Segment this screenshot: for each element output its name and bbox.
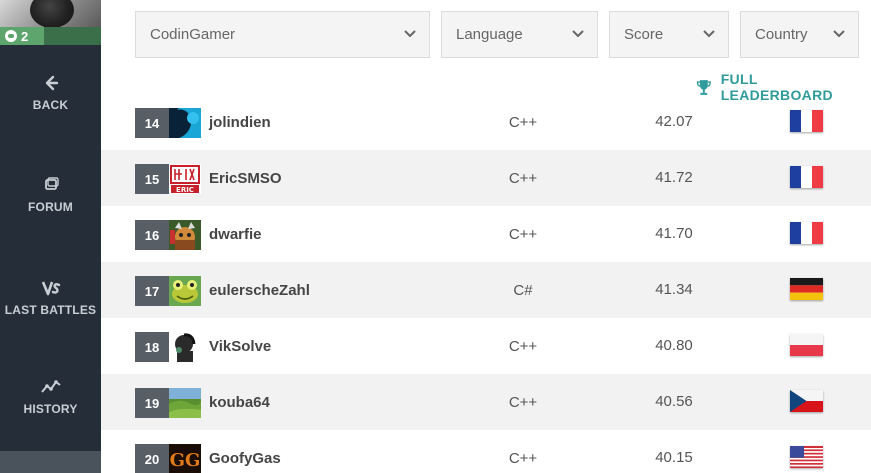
player-avatar[interactable] <box>169 388 201 418</box>
rank-badge: 15 <box>135 164 169 194</box>
leaderboard-row[interactable]: 18 VikSolve C++ 40.80 <box>101 318 871 374</box>
player-language: C++ <box>508 450 538 467</box>
level-badge: 2 <box>0 27 44 45</box>
player-score: 41.72 <box>655 169 693 186</box>
player-name[interactable]: dwarfie <box>209 226 262 243</box>
flag-france-icon <box>790 166 823 188</box>
rank-badge: 17 <box>135 276 169 306</box>
forum-icon <box>44 177 59 190</box>
player-name[interactable]: VikSolve <box>209 338 271 355</box>
flag-france-icon <box>790 110 823 132</box>
svg-text:ERIC: ERIC <box>176 186 194 194</box>
user-avatar[interactable] <box>0 0 101 27</box>
filter-label: CodinGamer <box>150 26 236 43</box>
level-value: 2 <box>21 28 29 44</box>
sidebar: 2 BACK FORUM LAST BATTLES HISTORY <box>0 0 101 473</box>
leaderboard-row[interactable]: 19 kouba64 C++ 40.56 <box>101 374 871 430</box>
sidebar-item-label: BACK <box>32 98 69 112</box>
player-avatar[interactable] <box>169 332 201 362</box>
rank-badge: 18 <box>135 332 169 362</box>
arrow-left-icon <box>45 75 58 91</box>
player-language: C++ <box>508 394 538 411</box>
player-language: C++ <box>508 170 538 187</box>
sidebar-item-label: FORUM <box>28 200 73 214</box>
country-filter-select[interactable]: Country <box>740 11 859 58</box>
sidebar-item-history[interactable]: HISTORY <box>0 378 101 416</box>
sidebar-footer <box>0 451 101 473</box>
player-language: C++ <box>508 114 538 131</box>
player-name[interactable]: eulerscheZahl <box>209 282 310 299</box>
leaderboard-row[interactable]: 20 GG GoofyGas C++ 40.15 <box>101 430 871 473</box>
chevron-down-icon <box>833 30 845 38</box>
player-name[interactable]: GoofyGas <box>209 450 281 467</box>
chevron-down-icon <box>703 30 715 38</box>
leaderboard-row[interactable]: 15 ERIC EricSMSO C++ 41.72 <box>101 150 871 206</box>
level-icon <box>5 30 17 42</box>
leaderboard-row[interactable]: 14 jolindien C++ 42.07 <box>101 94 871 150</box>
chevron-down-icon <box>572 30 584 38</box>
player-avatar[interactable]: ERIC <box>169 164 201 194</box>
player-language: C++ <box>508 338 538 355</box>
player-name[interactable]: EricSMSO <box>209 170 282 187</box>
rank-badge: 20 <box>135 444 169 473</box>
flag-france-icon <box>790 222 823 244</box>
player-name[interactable]: jolindien <box>209 114 271 131</box>
rank-badge: 19 <box>135 388 169 418</box>
sidebar-item-forum[interactable]: FORUM <box>0 176 101 214</box>
player-avatar[interactable] <box>169 108 201 138</box>
flag-czech-republic-icon <box>790 390 823 412</box>
sidebar-item-label: HISTORY <box>23 402 78 416</box>
leaderboard-row[interactable]: 16 dwarfie C++ 41.70 <box>101 206 871 262</box>
vs-icon <box>41 281 60 296</box>
filter-label: Language <box>456 26 523 43</box>
leaderboard-app: 2 BACK FORUM LAST BATTLES HISTORY CodinG… <box>0 0 871 473</box>
player-name[interactable]: kouba64 <box>209 394 270 411</box>
player-language: C++ <box>508 226 538 243</box>
sidebar-item-label: LAST BATTLES <box>4 303 97 317</box>
sidebar-item-last-battles[interactable]: LAST BATTLES <box>0 279 101 317</box>
rank-badge: 16 <box>135 220 169 250</box>
chevron-down-icon <box>404 30 416 38</box>
score-filter-select[interactable]: Score <box>609 11 729 58</box>
svg-text:GG: GG <box>170 450 201 471</box>
flag-germany-icon <box>790 278 823 300</box>
history-icon <box>40 380 61 393</box>
player-score: 40.56 <box>655 393 693 410</box>
flag-united-states-icon <box>790 446 823 468</box>
language-filter-select[interactable]: Language <box>441 11 598 58</box>
rank-badge: 14 <box>135 108 169 138</box>
flag-poland-icon <box>790 334 823 356</box>
filter-label: Country <box>755 26 808 43</box>
player-score: 40.15 <box>655 449 693 466</box>
player-score: 41.34 <box>655 281 693 298</box>
trophy-icon <box>696 79 711 95</box>
player-score: 41.70 <box>655 225 693 242</box>
filter-label: Score <box>624 26 664 43</box>
player-language: C# <box>513 282 533 299</box>
player-score: 42.07 <box>655 113 693 130</box>
player-score: 40.80 <box>655 337 693 354</box>
sidebar-item-back[interactable]: BACK <box>0 74 101 112</box>
player-avatar[interactable] <box>169 276 201 306</box>
leaderboard-row[interactable]: 17 eulerscheZahl C# 41.34 <box>101 262 871 318</box>
codingamer-filter-select[interactable]: CodinGamer <box>135 11 430 58</box>
player-avatar[interactable] <box>169 220 201 250</box>
player-avatar[interactable]: GG <box>169 444 201 473</box>
